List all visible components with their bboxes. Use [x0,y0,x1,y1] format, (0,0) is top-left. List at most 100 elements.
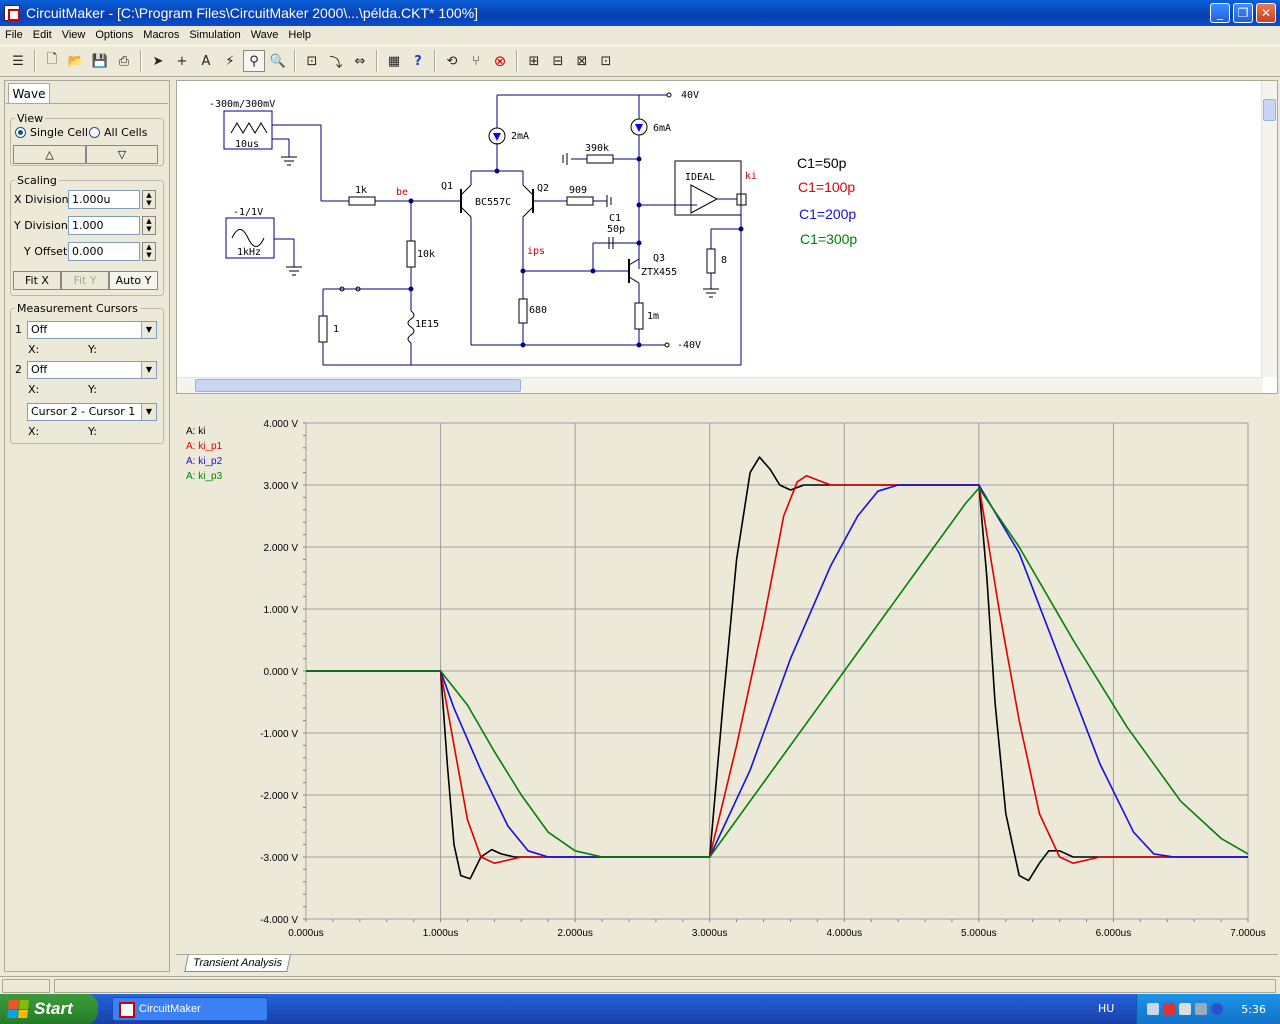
minimize-button[interactable]: _ [1210,3,1230,23]
schematic-view[interactable]: -300m/300mV 10us -1/1V 1kHz 1k be Q1 BC5… [176,80,1278,394]
schematic-label-c1v: 50p [607,224,625,235]
mirror-icon[interactable]: ⇔ [349,50,371,72]
x-division-label: X Division [14,193,69,206]
x-division-spinner[interactable]: ▲ ▼ [142,190,156,209]
schematic-label-ideal: IDEAL [685,172,715,183]
cursor1-select[interactable]: Off ▼ [27,321,157,339]
cursor2-y-label: Y: [88,383,97,396]
y-tick-label: -3.000 V [260,853,298,864]
y-offset-label: Y Offset [24,245,68,258]
schematic-label-v40: 40V [681,90,699,101]
diff-y-label: Y: [88,425,97,438]
scaling-legend: Scaling [17,174,57,187]
start-button[interactable]: Start [0,994,98,1024]
security-shield-icon[interactable] [1163,1003,1176,1015]
single-cell-label: Single Cell [30,126,88,139]
zoom-window-icon[interactable]: ⊡ [301,50,323,72]
analog-mode-icon[interactable]: ⊟ [547,50,569,72]
zoom-tool-icon[interactable]: 🔍 [267,50,289,72]
toolbar-toggle-icon[interactable]: ☰ [7,50,29,72]
y-tick-label: 1.000 V [264,605,299,616]
digital-mode-icon[interactable]: ⊞ [523,50,545,72]
help-icon[interactable]: ? [407,50,429,72]
auto-y-button[interactable]: Auto Y [109,271,158,290]
network-icon[interactable] [1147,1003,1160,1015]
cursor1-x-label: X: [28,343,40,356]
print-icon[interactable]: ⎙ [113,50,135,72]
schematic-label-sq-src: -300m/300mV [209,99,275,110]
y-offset-field[interactable]: 0.000 [68,242,140,261]
text-tool-icon[interactable]: A [195,50,217,72]
menu-simulation[interactable]: Simulation [184,29,245,41]
toolbar-separator [376,50,378,72]
schematic-label-sq-freq: 10us [235,139,259,150]
wire-tool-icon[interactable]: + [171,50,193,72]
menu-file[interactable]: File [0,29,28,41]
window-title: CircuitMaker - [C:\Program Files\Circuit… [26,5,479,21]
probe-tool-icon[interactable]: ⚲ [243,50,265,72]
y-offset-spinner[interactable]: ▲ ▼ [142,242,156,261]
save-icon[interactable]: 💾 [89,50,111,72]
cursor-diff-value: Cursor 2 - Cursor 1 [31,405,136,418]
open-folder-icon[interactable]: 📂 [65,50,87,72]
y-tick-label: -4.000 V [260,915,298,926]
toolbar-separator [294,50,296,72]
schematic-vertical-scrollbar[interactable] [1261,81,1277,377]
bluetooth-icon[interactable] [1211,1003,1224,1015]
chevron-down-icon[interactable]: ▼ [141,362,156,378]
cell-down-button[interactable]: ▽ [86,145,158,164]
menu-help[interactable]: Help [283,29,316,41]
x-division-field[interactable]: 1.000u [68,190,140,209]
menu-macros[interactable]: Macros [138,29,184,41]
menu-options[interactable]: Options [90,29,138,41]
taskbar-item-circuitmaker[interactable]: CircuitMaker [112,997,268,1021]
menu-wave[interactable]: Wave [246,29,284,41]
vertical-scroll-thumb[interactable] [1263,99,1276,121]
waveform-view[interactable]: 0.000us 1.000us 2.000us 3.000us 4.000us 5.000… [176,400,1278,954]
fit-x-button[interactable]: Fit X [13,271,61,290]
run-simulation-icon[interactable]: ⊡ [595,50,617,72]
cursor2-select[interactable]: Off ▼ [27,361,157,379]
single-cell-radio[interactable] [15,127,26,138]
stop-simulation-icon[interactable]: ⊗ [489,50,511,72]
chevron-down-icon[interactable]: ▼ [141,322,156,338]
wave-panel: Wave View Single Cell All Cells △ ▽ Scal… [4,80,170,972]
device-library-icon[interactable]: ▦ [383,50,405,72]
schematic-label-r909: 909 [569,185,587,196]
reset-icon[interactable]: ⟲ [441,50,463,72]
all-cells-radio[interactable] [89,127,100,138]
delete-tool-icon[interactable]: ⚡ [219,50,241,72]
y-tick-label: 2.000 V [264,543,299,554]
menu-view[interactable]: View [57,29,91,41]
tab-transient-analysis[interactable]: Transient Analysis [184,955,291,972]
chevron-down-icon[interactable]: ▼ [141,404,156,420]
fit-y-button[interactable]: Fit Y [61,271,109,290]
tab-wave[interactable]: Wave [8,83,50,104]
y-division-label: Y Division [14,219,68,232]
tray-app-icon[interactable] [1195,1003,1208,1015]
menu-edit[interactable]: Edit [28,29,57,41]
language-indicator[interactable]: HU [1098,1002,1114,1015]
volume-icon[interactable] [1179,1003,1192,1015]
schematic-horizontal-scrollbar[interactable] [177,377,1263,393]
analyses-setup-icon[interactable]: ⊠ [571,50,593,72]
circuitmaker-app-icon[interactable] [4,5,20,21]
step-icon[interactable]: ⑂ [465,50,487,72]
start-label: Start [34,999,73,1018]
new-file-icon[interactable]: 🗋 [41,50,63,72]
restore-button[interactable]: ❐ [1233,3,1253,23]
windows-logo-icon [7,1000,29,1018]
cursor-diff-select[interactable]: Cursor 2 - Cursor 1 ▼ [27,403,157,421]
y-division-field[interactable]: 1.000 [68,216,140,235]
rotate-icon[interactable]: ⤵ [325,50,347,72]
close-button[interactable]: ✕ [1256,3,1276,23]
cell-up-button[interactable]: △ [13,145,86,164]
arrow-tool-icon[interactable]: ➤ [147,50,169,72]
y-division-spinner[interactable]: ▲ ▼ [142,216,156,235]
legend-entry-1: A: ki [186,426,205,437]
x-tick-label: 4.000us [826,928,862,939]
schematic-label-r1e15: 1E15 [415,319,439,330]
horizontal-scroll-thumb[interactable] [195,379,521,392]
menu-bar: File Edit View Options Macros Simulation… [0,26,1280,44]
schematic-label-q2: Q2 [537,183,549,194]
